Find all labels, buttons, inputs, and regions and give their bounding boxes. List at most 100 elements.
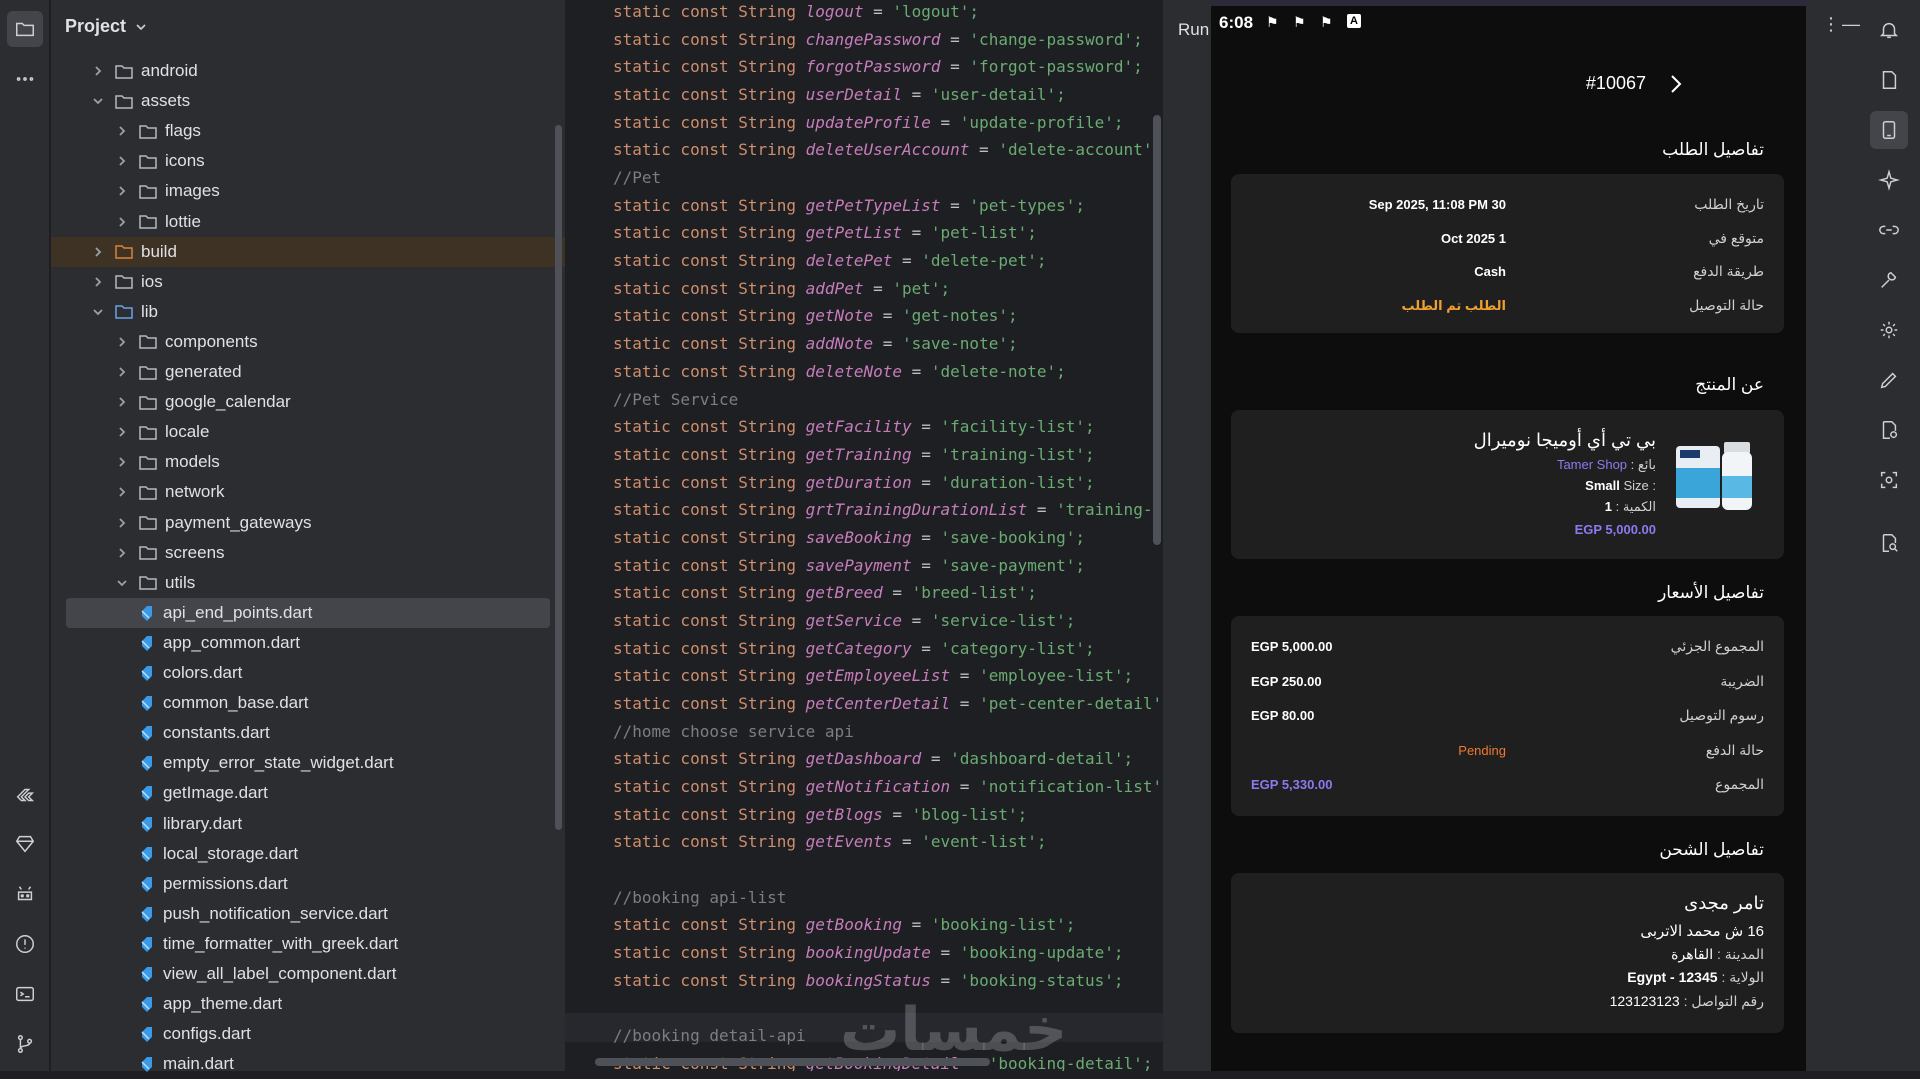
- tree-item[interactable]: generated: [51, 357, 565, 387]
- chevron-right-icon[interactable]: [91, 275, 105, 289]
- tree-item[interactable]: app_common.dart: [51, 628, 565, 658]
- project-view-selector[interactable]: Project: [65, 16, 148, 37]
- dart-file-icon: [141, 936, 152, 952]
- tree-item[interactable]: constants.dart: [51, 718, 565, 748]
- chevron-right-icon[interactable]: [115, 215, 129, 229]
- tree-item[interactable]: colors.dart: [51, 658, 565, 688]
- dart-file-icon: [141, 786, 152, 802]
- code-line: static const String grtTrainingDurationL…: [613, 496, 1163, 523]
- comment-text: //Pet: [613, 168, 662, 188]
- edit-button[interactable]: [1870, 361, 1908, 399]
- tree-item-label: permissions.dart: [163, 873, 288, 893]
- field-name: savePayment: [805, 555, 912, 575]
- tree-item[interactable]: ios: [51, 267, 565, 297]
- tree-item[interactable]: assets: [51, 86, 565, 116]
- tree-item[interactable]: screens: [51, 538, 565, 568]
- folder-icon: [115, 275, 133, 289]
- string-literal: 'user-detail';: [930, 85, 1066, 105]
- tree-item[interactable]: push_notification_service.dart: [51, 899, 565, 929]
- tree-item[interactable]: icons: [51, 146, 565, 176]
- tree-item[interactable]: library.dart: [51, 809, 565, 839]
- tree-item[interactable]: images: [51, 176, 565, 206]
- chevron-right-icon[interactable]: [1668, 74, 1684, 94]
- tree-item[interactable]: models: [51, 447, 565, 477]
- chevron-right-icon[interactable]: [115, 124, 129, 138]
- chevron-right-icon[interactable]: [115, 546, 129, 560]
- tree-item[interactable]: view_all_label_component.dart: [51, 959, 565, 989]
- tree-item[interactable]: network: [51, 477, 565, 507]
- flutter-tool-button[interactable]: [7, 777, 43, 813]
- layout-inspector-button[interactable]: [1870, 411, 1908, 449]
- link-button[interactable]: [1870, 211, 1908, 249]
- database-button[interactable]: [1870, 61, 1908, 99]
- chevron-right-icon[interactable]: [115, 425, 129, 439]
- project-scrollbar[interactable]: [555, 125, 562, 830]
- minimize-icon[interactable]: —: [1836, 14, 1866, 35]
- chevron-down-icon[interactable]: [115, 576, 129, 590]
- code-line: static const String getEmployeeList = 'e…: [613, 666, 1134, 686]
- tree-item[interactable]: configs.dart: [51, 1019, 565, 1049]
- field-name: deletePet: [805, 251, 893, 271]
- chevron-right-icon[interactable]: [115, 485, 129, 499]
- tree-item[interactable]: getImage.dart: [51, 778, 565, 808]
- chevron-right-icon[interactable]: [115, 455, 129, 469]
- tools-button[interactable]: [1870, 261, 1908, 299]
- chevron-right-icon[interactable]: [91, 64, 105, 78]
- tree-item[interactable]: google_calendar: [51, 387, 565, 417]
- string-literal: 'notification-list';: [979, 777, 1163, 797]
- tree-item[interactable]: utils: [51, 568, 565, 598]
- tree-item[interactable]: flags: [51, 116, 565, 146]
- more-tools-button[interactable]: [7, 61, 43, 97]
- scan-icon: [1880, 471, 1898, 489]
- project-tool-button[interactable]: [7, 11, 43, 47]
- gem-tool-button[interactable]: [7, 826, 43, 862]
- string-literal: 'change-password';: [969, 29, 1143, 49]
- string-literal: 'delete-note';: [930, 361, 1066, 381]
- tree-item[interactable]: locale: [51, 417, 565, 447]
- chevron-right-icon[interactable]: [91, 245, 105, 259]
- tree-item[interactable]: local_storage.dart: [51, 839, 565, 869]
- tree-item[interactable]: main.dart: [51, 1049, 565, 1079]
- chevron-right-icon[interactable]: [115, 335, 129, 349]
- tree-item[interactable]: time_formatter_with_greek.dart: [51, 929, 565, 959]
- tree-item[interactable]: payment_gateways: [51, 508, 565, 538]
- chevron-right-icon[interactable]: [115, 516, 129, 530]
- tree-item[interactable]: lib: [51, 297, 565, 327]
- folder-icon: [139, 395, 157, 410]
- terminal-tool-button[interactable]: [7, 976, 43, 1012]
- code-editor[interactable]: static const String logout = 'logout'; st…: [565, 0, 1163, 1071]
- running-devices-button[interactable]: [1870, 111, 1908, 149]
- inspector-button[interactable]: [1870, 311, 1908, 349]
- android-tool-button[interactable]: [7, 876, 43, 912]
- seller-name[interactable]: Tamer Shop: [1557, 457, 1627, 472]
- chevron-right-icon[interactable]: [115, 154, 129, 168]
- tree-item[interactable]: common_base.dart: [51, 688, 565, 718]
- tree-item[interactable]: build: [51, 236, 565, 267]
- run-tab-label[interactable]: Run: [1178, 20, 1209, 40]
- chevron-down-icon[interactable]: [91, 94, 105, 108]
- problems-tool-button[interactable]: [7, 926, 43, 962]
- chevron-right-icon[interactable]: [115, 184, 129, 198]
- device-emulator-screen[interactable]: 6:08 ⚑ ⚑ ⚑ A #10067 تفاصيل الطلب تاريخ ا…: [1211, 0, 1806, 1071]
- editor-vertical-scrollbar[interactable]: [1153, 115, 1161, 545]
- chevron-down-icon[interactable]: [91, 305, 105, 319]
- git-tool-button[interactable]: [7, 1026, 43, 1062]
- recipient-name: تامر مجدى: [1684, 893, 1764, 913]
- tree-item[interactable]: permissions.dart: [51, 869, 565, 899]
- tree-item[interactable]: api_end_points.dart: [66, 597, 550, 628]
- search-doc-button[interactable]: [1870, 524, 1908, 562]
- product-card[interactable]: بي تي أي أوميجا نوميرال بائع : Tamer Sho…: [1231, 410, 1784, 559]
- tree-item[interactable]: lottie: [51, 207, 565, 237]
- chevron-right-icon[interactable]: [115, 395, 129, 409]
- tree-item[interactable]: components: [51, 327, 565, 357]
- tree-item[interactable]: app_theme.dart: [51, 989, 565, 1019]
- bell-icon: [1879, 22, 1899, 39]
- shipping-details-title: تفاصيل الشحن: [1659, 840, 1764, 859]
- tree-item[interactable]: android: [51, 56, 565, 86]
- notifications-button[interactable]: [1870, 11, 1908, 49]
- ai-assistant-button[interactable]: [1870, 161, 1908, 199]
- chevron-right-icon[interactable]: [115, 365, 129, 379]
- right-tool-rail: ⋮ —: [1806, 0, 1920, 1071]
- tree-item[interactable]: empty_error_state_widget.dart: [51, 748, 565, 778]
- screenshot-button[interactable]: [1870, 461, 1908, 499]
